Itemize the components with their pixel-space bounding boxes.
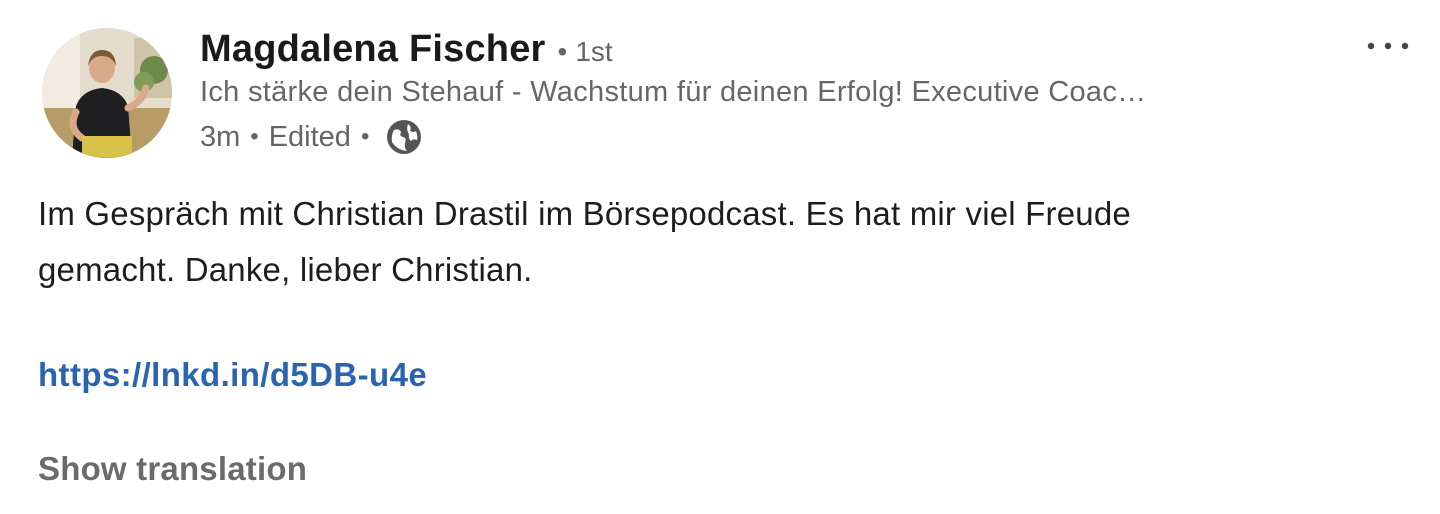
more-horizontal-icon bbox=[1367, 42, 1409, 50]
edited-label: Edited bbox=[268, 120, 351, 153]
author-headline[interactable]: Ich stärke dein Stehauf - Wachstum für d… bbox=[200, 76, 1300, 109]
post-meta: 3m • Edited • bbox=[200, 116, 423, 158]
post-text-line: Im Gespräch mit Christian Drastil im Bör… bbox=[38, 195, 1131, 232]
author-avatar[interactable] bbox=[42, 28, 172, 158]
feed-post: Magdalena Fischer • 1st Ich stärke dein … bbox=[0, 0, 1440, 514]
meta-separator: • bbox=[360, 123, 370, 150]
author-name[interactable]: Magdalena Fischer bbox=[200, 28, 546, 71]
post-text: Im Gespräch mit Christian Drastil im Bör… bbox=[38, 186, 1408, 298]
globe-icon bbox=[385, 118, 423, 156]
show-translation-button[interactable]: Show translation bbox=[38, 450, 307, 488]
connection-degree: 1st bbox=[575, 36, 613, 67]
post-link[interactable]: https://lnkd.in/d5DB-u4e bbox=[38, 356, 427, 394]
post-time: 3m bbox=[200, 120, 241, 153]
meta-separator: • bbox=[250, 123, 259, 150]
post-text-line: gemacht. Danke, lieber Christian. bbox=[38, 251, 533, 288]
author-name-row: Magdalena Fischer • 1st bbox=[200, 28, 613, 72]
name-separator: • bbox=[557, 36, 568, 67]
more-options-button[interactable] bbox=[1360, 28, 1416, 64]
